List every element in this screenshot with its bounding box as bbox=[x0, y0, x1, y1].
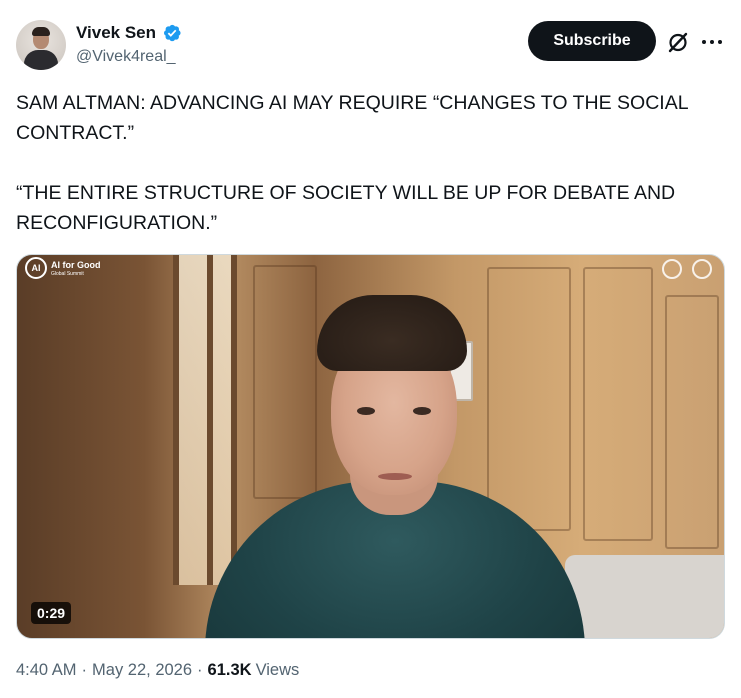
views-count: 61.3K bbox=[207, 661, 252, 679]
un-emblem-icon bbox=[662, 259, 682, 279]
window-light bbox=[175, 255, 233, 585]
person-hair bbox=[317, 295, 467, 371]
author-display-name[interactable]: Vivek Sen bbox=[76, 23, 156, 43]
window-frame bbox=[207, 255, 213, 585]
wood-panel bbox=[583, 267, 653, 541]
author-name-row[interactable]: Vivek Sen bbox=[76, 23, 182, 43]
more-icon[interactable] bbox=[699, 30, 725, 54]
post-time[interactable]: 4:40 AM bbox=[16, 661, 77, 680]
author-handle[interactable]: @Vivek4real_ bbox=[76, 48, 176, 66]
wood-panel bbox=[487, 267, 571, 531]
verified-badge-icon bbox=[164, 24, 181, 42]
subscribe-button[interactable]: Subscribe bbox=[528, 21, 656, 61]
meta-separator: · bbox=[197, 661, 203, 679]
video-duration: 0:29 bbox=[31, 602, 72, 624]
ai-for-good-logo: AI AI for Good Global Summit bbox=[25, 257, 101, 279]
partner-logos bbox=[662, 259, 712, 279]
watermark-text: AI for Good Global Summit bbox=[51, 260, 101, 277]
ai-badge-icon: AI bbox=[25, 257, 47, 279]
tweet-paragraph: SAM ALTMAN: ADVANCING AI MAY REQUIRE “CH… bbox=[16, 92, 688, 144]
video-player[interactable]: AI AI for Good Global Summit 0:29 bbox=[16, 254, 725, 639]
avatar[interactable] bbox=[16, 20, 66, 70]
avatar-body bbox=[24, 50, 58, 70]
window-frame bbox=[173, 255, 179, 585]
meta-separator: · bbox=[81, 661, 88, 679]
post-date[interactable]: May 22, 2026 bbox=[92, 661, 192, 680]
sofa bbox=[565, 555, 724, 638]
tweet-text: SAM ALTMAN: ADVANCING AI MAY REQUIRE “CH… bbox=[16, 88, 728, 238]
person-mouth bbox=[378, 473, 412, 480]
tweet-meta: 4:40 AM · May 22, 2026 · 61.3K Views bbox=[16, 661, 299, 680]
person-eye bbox=[357, 407, 375, 415]
tweet-paragraph: “THE ENTIRE STRUCTURE OF SOCIETY WILL BE… bbox=[16, 182, 676, 234]
watermark-subtitle: Global Summit bbox=[51, 270, 84, 277]
wood-panel bbox=[665, 295, 719, 549]
grok-icon[interactable] bbox=[666, 30, 690, 54]
itu-emblem-icon bbox=[692, 259, 712, 279]
views-label: Views bbox=[255, 661, 300, 679]
person-eye bbox=[413, 407, 431, 415]
watermark-title: AI for Good bbox=[51, 259, 101, 270]
avatar-hair bbox=[32, 27, 50, 36]
wood-panel bbox=[253, 265, 317, 499]
window-frame bbox=[231, 255, 237, 585]
